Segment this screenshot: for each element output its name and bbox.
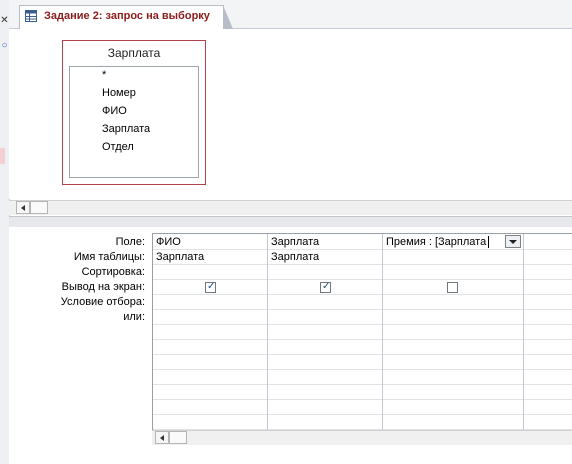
scroll-left-button[interactable] <box>16 201 30 214</box>
scroll-thumb[interactable] <box>30 201 48 214</box>
grid-column-3[interactable]: Премия : [Зарплата <box>383 234 524 445</box>
field-item[interactable]: Отдел <box>102 141 134 153</box>
table-diagram-pane: Зарплата * Номер ФИО Зарплата Отдел <box>9 29 572 199</box>
left-arrow-icon <box>160 435 164 441</box>
row-label-sort: Сортировка: <box>81 266 145 278</box>
grid-column-2[interactable]: Зарплата Зарплата ✓ <box>268 234 383 445</box>
show-checkbox[interactable]: ✓ <box>320 281 331 293</box>
query-design-window: ✕ ○ Задание 2: запрос на выборку Зарплат… <box>0 0 572 464</box>
field-item[interactable]: Номер <box>102 87 136 99</box>
field-cell[interactable]: Зарплата <box>271 236 319 248</box>
field-item-all[interactable]: * <box>102 69 106 81</box>
row-label-table: Имя таблицы: <box>73 251 145 263</box>
document-tab-bar: Задание 2: запрос на выборку <box>9 0 572 29</box>
close-icon[interactable]: ✕ <box>0 15 9 26</box>
table-cell[interactable]: Зарплата <box>271 251 319 263</box>
left-arrow-icon <box>21 205 25 211</box>
query-design-grid[interactable]: ФИО Зарплата ✓ Зарплата Зарплата ✓ Преми… <box>152 233 572 445</box>
field-item[interactable]: Зарплата <box>102 123 150 135</box>
chevron-down-icon <box>509 240 517 244</box>
grid-horizontal-scrollbar[interactable] <box>152 430 572 445</box>
field-list-body: * Номер ФИО Зарплата Отдел <box>69 66 199 178</box>
table-field-list[interactable]: Зарплата * Номер ФИО Зарплата Отдел <box>62 40 206 185</box>
scroll-thumb[interactable] <box>169 431 187 444</box>
grid-column-1[interactable]: ФИО Зарплата ✓ <box>153 234 268 445</box>
field-dropdown-button[interactable] <box>505 235 521 248</box>
row-label-or: или: <box>123 311 145 323</box>
tab-query-design[interactable]: Задание 2: запрос на выборку <box>19 5 233 29</box>
query-icon <box>25 10 37 22</box>
table-cell[interactable]: Зарплата <box>156 251 204 263</box>
checkmark-icon: ✓ <box>322 281 331 292</box>
tab-title: Задание 2: запрос на выборку <box>44 10 210 22</box>
field-list-title: Зарплата <box>107 46 161 60</box>
grid-row-labels: Поле: Имя таблицы: Сортировка: Вывод на … <box>9 227 151 464</box>
field-cell[interactable]: ФИО <box>156 236 181 248</box>
selection-marker <box>0 148 5 164</box>
query-grid-pane: Поле: Имя таблицы: Сортировка: Вывод на … <box>9 227 572 464</box>
search-icon[interactable]: ○ <box>0 40 9 51</box>
grid-column-4[interactable] <box>524 234 572 445</box>
checkmark-icon: ✓ <box>207 281 216 292</box>
row-label-field: Поле: <box>115 236 145 248</box>
scroll-left-button[interactable] <box>155 431 169 444</box>
field-cell-expression[interactable]: Премия : [Зарплата <box>386 236 486 248</box>
show-checkbox[interactable] <box>447 282 458 293</box>
row-label-criteria: Условие отбора: <box>60 296 145 308</box>
field-item[interactable]: ФИО <box>102 105 127 117</box>
upper-horizontal-scrollbar[interactable] <box>9 200 572 215</box>
row-label-show: Вывод на экран: <box>61 281 145 293</box>
show-checkbox[interactable]: ✓ <box>205 281 216 293</box>
text-cursor <box>488 236 489 248</box>
